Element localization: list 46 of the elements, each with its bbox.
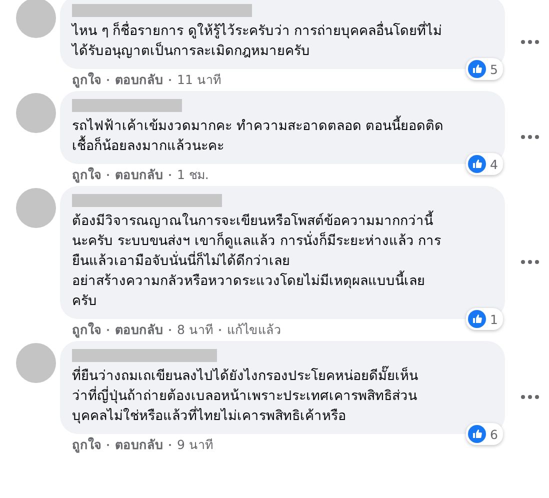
comment-text: ยืนแล้วเอามือจับนั่นนี่ก็ไม่ได้ดีกว่าเลย — [72, 251, 291, 270]
reply-link[interactable]: ตอบกลับ — [115, 167, 163, 183]
reaction-badge[interactable]: 5 — [466, 58, 503, 80]
comment-text: ต้องมีวิจารณญาณในการจะเขียนหรือโพสต์ข้อความมากกว่านี้ — [72, 211, 493, 231]
reply-link[interactable]: ตอบกลับ — [115, 322, 163, 338]
separator-dot — [107, 174, 109, 176]
separator-dot — [107, 444, 109, 446]
comment-text: ได้รับอนุญาตเป็นการละเมิดกฎหมายครับ — [72, 41, 311, 61]
like-link[interactable]: ถูกใจ — [72, 72, 101, 88]
reaction-count: 6 — [490, 426, 498, 442]
reply-link[interactable]: ตอบกลับ — [115, 72, 163, 88]
like-icon — [468, 310, 486, 328]
reaction-badge[interactable]: 4 — [466, 153, 503, 175]
like-link[interactable]: ถูกใจ — [72, 322, 101, 338]
comment-text: นะครับ ระบบขนส่งฯ เขาก็ดูแลแล้ว การนั่งก็มีระยะห่างแล้ว การ — [72, 231, 442, 251]
reaction-count: 4 — [490, 156, 498, 172]
comment-text: ที่ยืนว่างถมเถเขียนลงไปได้ยังไงกรองประโยคหน่อยดีมั๊ยเห็น — [72, 366, 493, 386]
like-link[interactable]: ถูกใจ — [72, 167, 101, 183]
separator-dot — [169, 329, 171, 331]
timestamp[interactable]: 9 นาที — [177, 437, 213, 453]
reaction-badge[interactable]: 6 — [466, 423, 503, 445]
comment-text: เชื้อก็น้อยลงมากแล้วนะคะ — [72, 136, 493, 156]
separator-dot — [107, 79, 109, 81]
separator-dot — [169, 444, 171, 446]
edited-label[interactable]: แก้ไขแล้ว — [226, 322, 281, 338]
comment-text: บุคคลไม่ใช่หรือแล้วที่ไทยไม่เคารพสิทธิเค้าหรือ — [72, 406, 347, 426]
timestamp[interactable]: 1 ชม. — [177, 167, 209, 183]
separator-dot — [107, 329, 109, 331]
like-icon — [468, 60, 486, 78]
comment-text: ว่าที่ญี่ปุ่นถ้าถ่ายต้องเบลอหน้าเพราะประเทศเคารพสิทธิส่วน — [72, 386, 418, 406]
comment-text: ไหน ๆ ก็ชื่อรายการ ดูให้รู้ไว้ระครับว่า การถ่ายบุคคลอื่นโดยที่ไม่ — [72, 21, 444, 41]
separator-dot — [169, 174, 171, 176]
comment-text: อย่าสร้างความกลัวหรือหวาดระแวงโดยไม่มีเหตุผลแบบนี้เลย — [72, 271, 493, 291]
like-icon — [468, 425, 486, 443]
timestamp[interactable]: 8 นาที — [177, 322, 213, 338]
comment-text: รถไฟฟ้าเค้าเข้มงวดมากคะ ทำความสะอาดตลอด ตอนนี้ยอดติด — [72, 116, 493, 136]
reaction-count: 5 — [490, 62, 498, 76]
reaction-count: 1 — [490, 312, 498, 326]
comment-text: ครับ — [72, 292, 98, 311]
separator-dot — [169, 79, 171, 81]
reaction-badge[interactable]: 1 — [466, 308, 503, 330]
reply-link[interactable]: ตอบกลับ — [115, 437, 163, 453]
like-icon — [468, 155, 486, 173]
like-link[interactable]: ถูกใจ — [72, 437, 101, 453]
timestamp[interactable]: 11 นาที — [177, 72, 221, 88]
separator-dot — [218, 329, 221, 331]
